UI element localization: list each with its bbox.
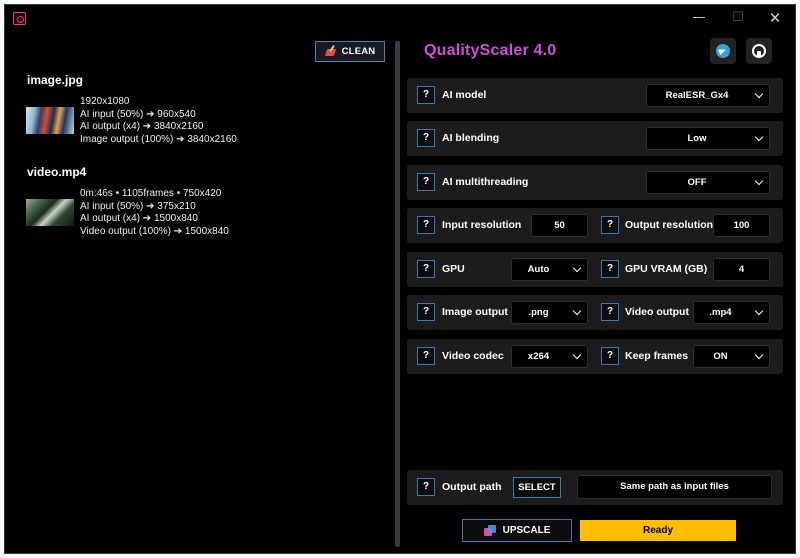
- dropdown-value: .png: [528, 307, 549, 318]
- setting-label: Video output: [625, 306, 689, 318]
- chevron-down-icon: [754, 350, 764, 360]
- clean-button-label: CLEAN: [341, 46, 376, 57]
- file-list-panel: CLEAN image.jpg 1920x1080 AI input (50%)…: [9, 31, 387, 551]
- setting-output-format: ? Image output .png ? Video output .mp4: [407, 295, 783, 330]
- ai-model-dropdown[interactable]: RealESR_Gx4: [646, 84, 770, 107]
- setting-label: Keep frames: [625, 350, 689, 362]
- ai-blending-dropdown[interactable]: Low: [646, 127, 770, 150]
- dropdown-value: OFF: [687, 177, 707, 188]
- chevron-down-icon: [572, 306, 582, 316]
- setting-label: AI blending: [442, 132, 500, 144]
- maximize-button[interactable]: ☐: [727, 9, 749, 27]
- setting-ai-model: ? AI model RealESR_Gx4: [407, 78, 783, 113]
- help-button[interactable]: ?: [601, 260, 619, 278]
- file-info-line: AI input (50%) ➔ 960x540: [80, 108, 196, 120]
- dropdown-value: x264: [527, 351, 550, 362]
- chevron-down-icon: [754, 306, 764, 316]
- help-button[interactable]: ?: [417, 260, 435, 278]
- image-thumbnail: [26, 107, 74, 134]
- setting-ai-multithreading: ? AI multithreading OFF: [407, 165, 783, 200]
- setting-ai-blending: ? AI blending Low: [407, 121, 783, 156]
- close-button[interactable]: ✕: [764, 9, 786, 27]
- help-button[interactable]: ?: [417, 173, 435, 191]
- file-info-line: Image output (100%) ➔ 3840x2160: [80, 133, 237, 145]
- video-codec-dropdown[interactable]: x264: [511, 345, 588, 368]
- output-resolution-field[interactable]: 100: [713, 214, 770, 237]
- status-indicator: Ready: [580, 520, 736, 541]
- title-bar: — ☐ ✕: [5, 5, 795, 31]
- setting-resolution: ? Input resolution 50 ? Output resolutio…: [407, 208, 783, 243]
- app-title: QualityScaler 4.0: [424, 42, 557, 59]
- setting-label: AI multithreading: [442, 176, 529, 188]
- chevron-down-icon: [572, 263, 582, 273]
- keep-frames-dropdown[interactable]: ON: [693, 345, 770, 368]
- upscale-button[interactable]: UPSCALE: [462, 519, 572, 542]
- video-output-dropdown[interactable]: .mp4: [693, 301, 770, 324]
- help-button[interactable]: ?: [601, 347, 619, 365]
- panel-divider[interactable]: [395, 41, 400, 547]
- github-button[interactable]: [746, 38, 772, 64]
- gpu-vram-field[interactable]: 4: [713, 258, 770, 281]
- select-path-button[interactable]: SELECT: [513, 477, 561, 498]
- setting-video: ? Video codec x264 ? Keep frames ON: [407, 339, 783, 374]
- app-logo-icon: [13, 12, 26, 25]
- file-name: image.jpg: [27, 73, 84, 87]
- file-info-line: 1920x1080: [80, 96, 130, 107]
- ai-multithreading-dropdown[interactable]: OFF: [646, 171, 770, 194]
- upscale-icon: [483, 524, 496, 537]
- dropdown-value: .mp4: [709, 307, 732, 318]
- dropdown-value: RealESR_Gx4: [665, 90, 729, 101]
- chevron-down-icon: [754, 132, 764, 142]
- telegram-button[interactable]: [710, 38, 736, 64]
- dropdown-value: Auto: [527, 264, 550, 275]
- gpu-dropdown[interactable]: Auto: [511, 258, 588, 281]
- setting-label: Video codec: [442, 350, 504, 362]
- file-info-line: 0m:46s • 1105frames • 750x420: [80, 188, 222, 199]
- setting-label: Input resolution: [442, 219, 522, 231]
- dropdown-value: Low: [687, 133, 707, 144]
- chevron-down-icon: [754, 89, 764, 99]
- help-button[interactable]: ?: [417, 129, 435, 147]
- dropdown-value: ON: [713, 351, 728, 362]
- upscale-button-label: UPSCALE: [502, 525, 551, 536]
- setting-output-path: ? Output path SELECT Same path as input …: [407, 470, 783, 505]
- output-path-field[interactable]: Same path as input files: [577, 475, 772, 499]
- help-button[interactable]: ?: [417, 303, 435, 321]
- github-icon: [752, 44, 766, 58]
- setting-gpu: ? GPU Auto ? GPU VRAM (GB) 4: [407, 252, 783, 287]
- setting-label: GPU VRAM (GB): [625, 263, 708, 275]
- help-button[interactable]: ?: [417, 86, 435, 104]
- video-thumbnail: [26, 199, 74, 226]
- help-button[interactable]: ?: [417, 216, 435, 234]
- minimize-button[interactable]: —: [688, 9, 710, 27]
- file-info: 0m:46s • 1105frames • 750x420 AI input (…: [80, 188, 229, 238]
- help-button[interactable]: ?: [417, 347, 435, 365]
- broom-icon: [325, 46, 337, 58]
- help-button[interactable]: ?: [417, 478, 435, 496]
- file-info-line: AI output (x4) ➔ 1500x840: [80, 213, 198, 224]
- setting-label: Output path: [442, 481, 502, 493]
- setting-label: Image output: [442, 306, 508, 318]
- file-info: 1920x1080 AI input (50%) ➔ 960x540 AI ou…: [80, 96, 237, 146]
- file-info-line: AI output (x4) ➔ 3840x2160: [80, 121, 204, 132]
- help-button[interactable]: ?: [601, 303, 619, 321]
- telegram-icon: [716, 44, 730, 58]
- help-button[interactable]: ?: [601, 216, 619, 234]
- file-info-line: Video output (100%) ➔ 1500x840: [80, 225, 229, 237]
- file-name: video.mp4: [27, 165, 87, 179]
- setting-label: GPU: [442, 263, 465, 275]
- setting-label: Output resolution: [625, 219, 714, 231]
- input-resolution-field[interactable]: 50: [531, 214, 588, 237]
- image-output-dropdown[interactable]: .png: [511, 301, 588, 324]
- clean-button[interactable]: CLEAN: [315, 41, 385, 62]
- chevron-down-icon: [754, 176, 764, 186]
- setting-label: AI model: [442, 89, 487, 101]
- chevron-down-icon: [572, 350, 582, 360]
- file-info-line: AI input (50%) ➔ 375x210: [80, 200, 196, 212]
